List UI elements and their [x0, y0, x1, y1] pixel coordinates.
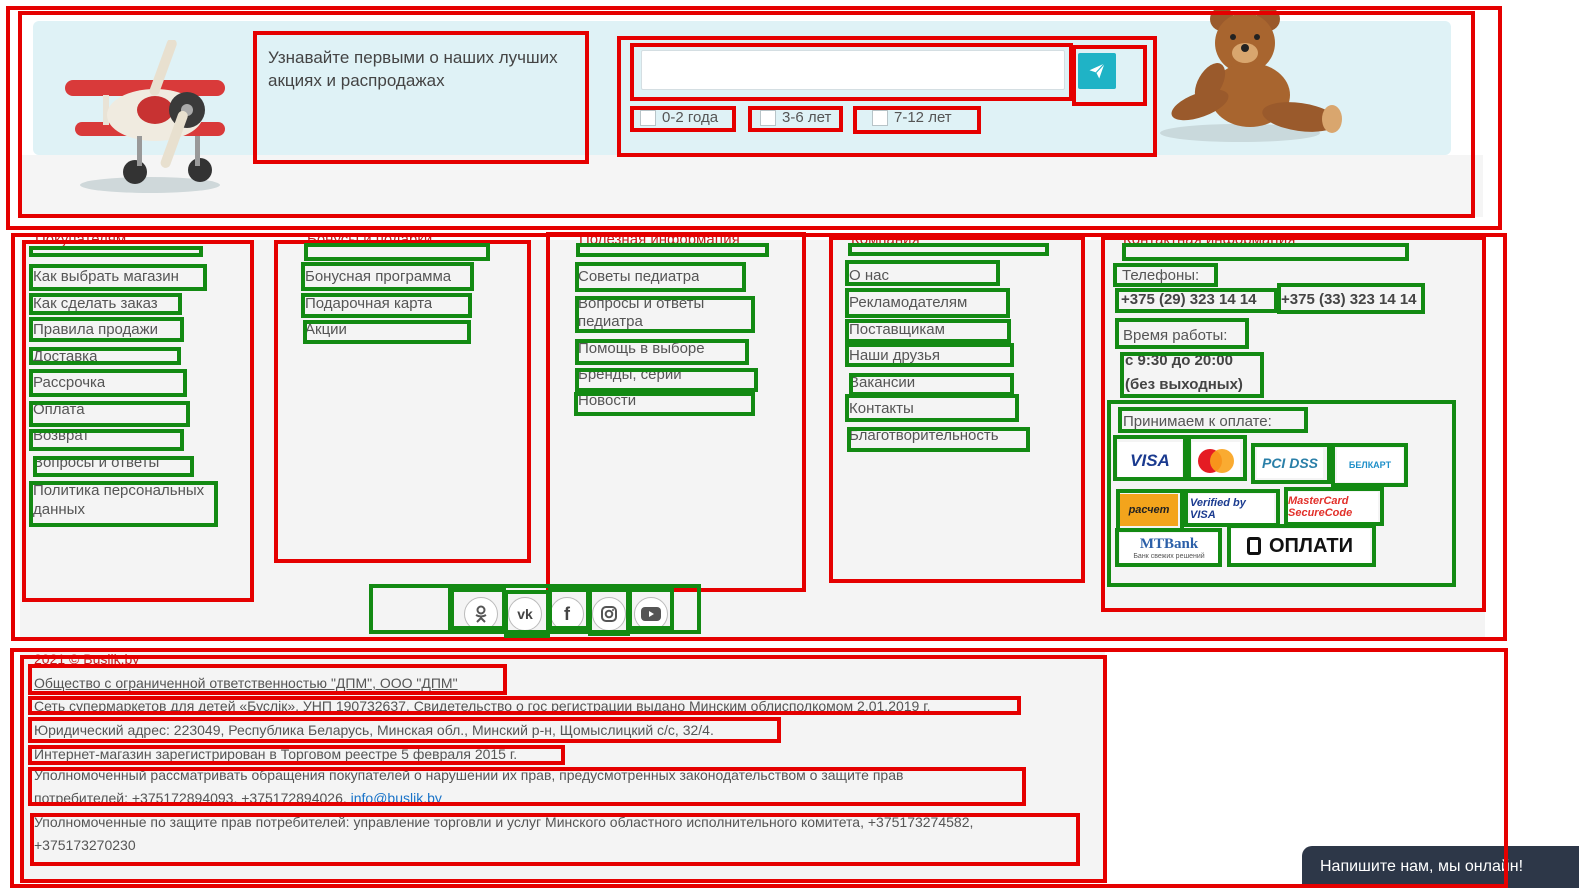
- annotation-box: [28, 717, 781, 743]
- annotation-box: [628, 588, 674, 630]
- annotation-box: [575, 262, 746, 292]
- annotation-box: [504, 590, 550, 638]
- annotation-box: [28, 664, 507, 695]
- annotation-box: [1118, 407, 1308, 433]
- annotation-box: [1113, 263, 1218, 287]
- annotation-box: [33, 456, 194, 477]
- annotation-box: [28, 767, 1026, 806]
- annotation-box: [1284, 487, 1384, 526]
- annotation-box: [847, 427, 1030, 452]
- annotation-box: [303, 320, 471, 344]
- annotation-box: [574, 392, 755, 416]
- annotation-box: [630, 43, 1073, 101]
- annotation-box: [450, 588, 506, 630]
- annotation-box: [1120, 352, 1264, 398]
- annotation-box: [29, 246, 203, 257]
- annotation-box: [576, 243, 769, 257]
- annotation-box: [845, 343, 1014, 367]
- annotation-box: [848, 243, 1049, 256]
- annotation-box: [30, 813, 1080, 866]
- annotation-box: [1331, 443, 1408, 487]
- annotation-box: [29, 293, 182, 315]
- annotation-box: [548, 588, 590, 630]
- annotation-box: [28, 696, 1021, 715]
- annotation-box: [29, 481, 218, 527]
- annotation-box: [1187, 435, 1247, 481]
- annotation-box: [304, 243, 490, 261]
- annotation-box: [1115, 318, 1249, 349]
- annotation-box: [29, 369, 187, 397]
- annotation-box: [1122, 243, 1409, 261]
- annotation-box: [845, 288, 1010, 318]
- annotation-box: [28, 745, 565, 765]
- annotation-box: [1227, 524, 1376, 567]
- annotation-box: [575, 368, 758, 392]
- annotation-box: [29, 429, 184, 451]
- annotation-box: [29, 264, 207, 291]
- annotation-box: [853, 106, 981, 134]
- annotation-box: [845, 319, 1011, 343]
- annotation-box: [1113, 435, 1187, 481]
- annotation-box: [1072, 45, 1147, 106]
- annotation-box: [588, 588, 630, 636]
- annotation-box: [1115, 288, 1278, 313]
- annotation-box: [1251, 443, 1331, 484]
- annotation-box: [575, 339, 749, 365]
- annotation-box: [748, 106, 843, 132]
- annotation-box: [849, 373, 1014, 396]
- annotation-box: [369, 584, 452, 634]
- annotation-box: [1184, 489, 1280, 527]
- annotation-box: [1115, 528, 1222, 567]
- annotation-box: [575, 296, 755, 333]
- annotation-box: [1116, 489, 1184, 532]
- annotation-box: [845, 394, 1019, 422]
- annotation-box: [29, 347, 181, 365]
- annotation-box: [301, 293, 472, 318]
- annotation-box: [29, 317, 184, 342]
- annotation-box: [1277, 283, 1425, 314]
- annotation-box: [29, 401, 190, 427]
- annotation-box: [845, 260, 1000, 286]
- annotation-box: [630, 106, 736, 132]
- annotation-box: [253, 31, 589, 164]
- annotation-box: [301, 262, 474, 291]
